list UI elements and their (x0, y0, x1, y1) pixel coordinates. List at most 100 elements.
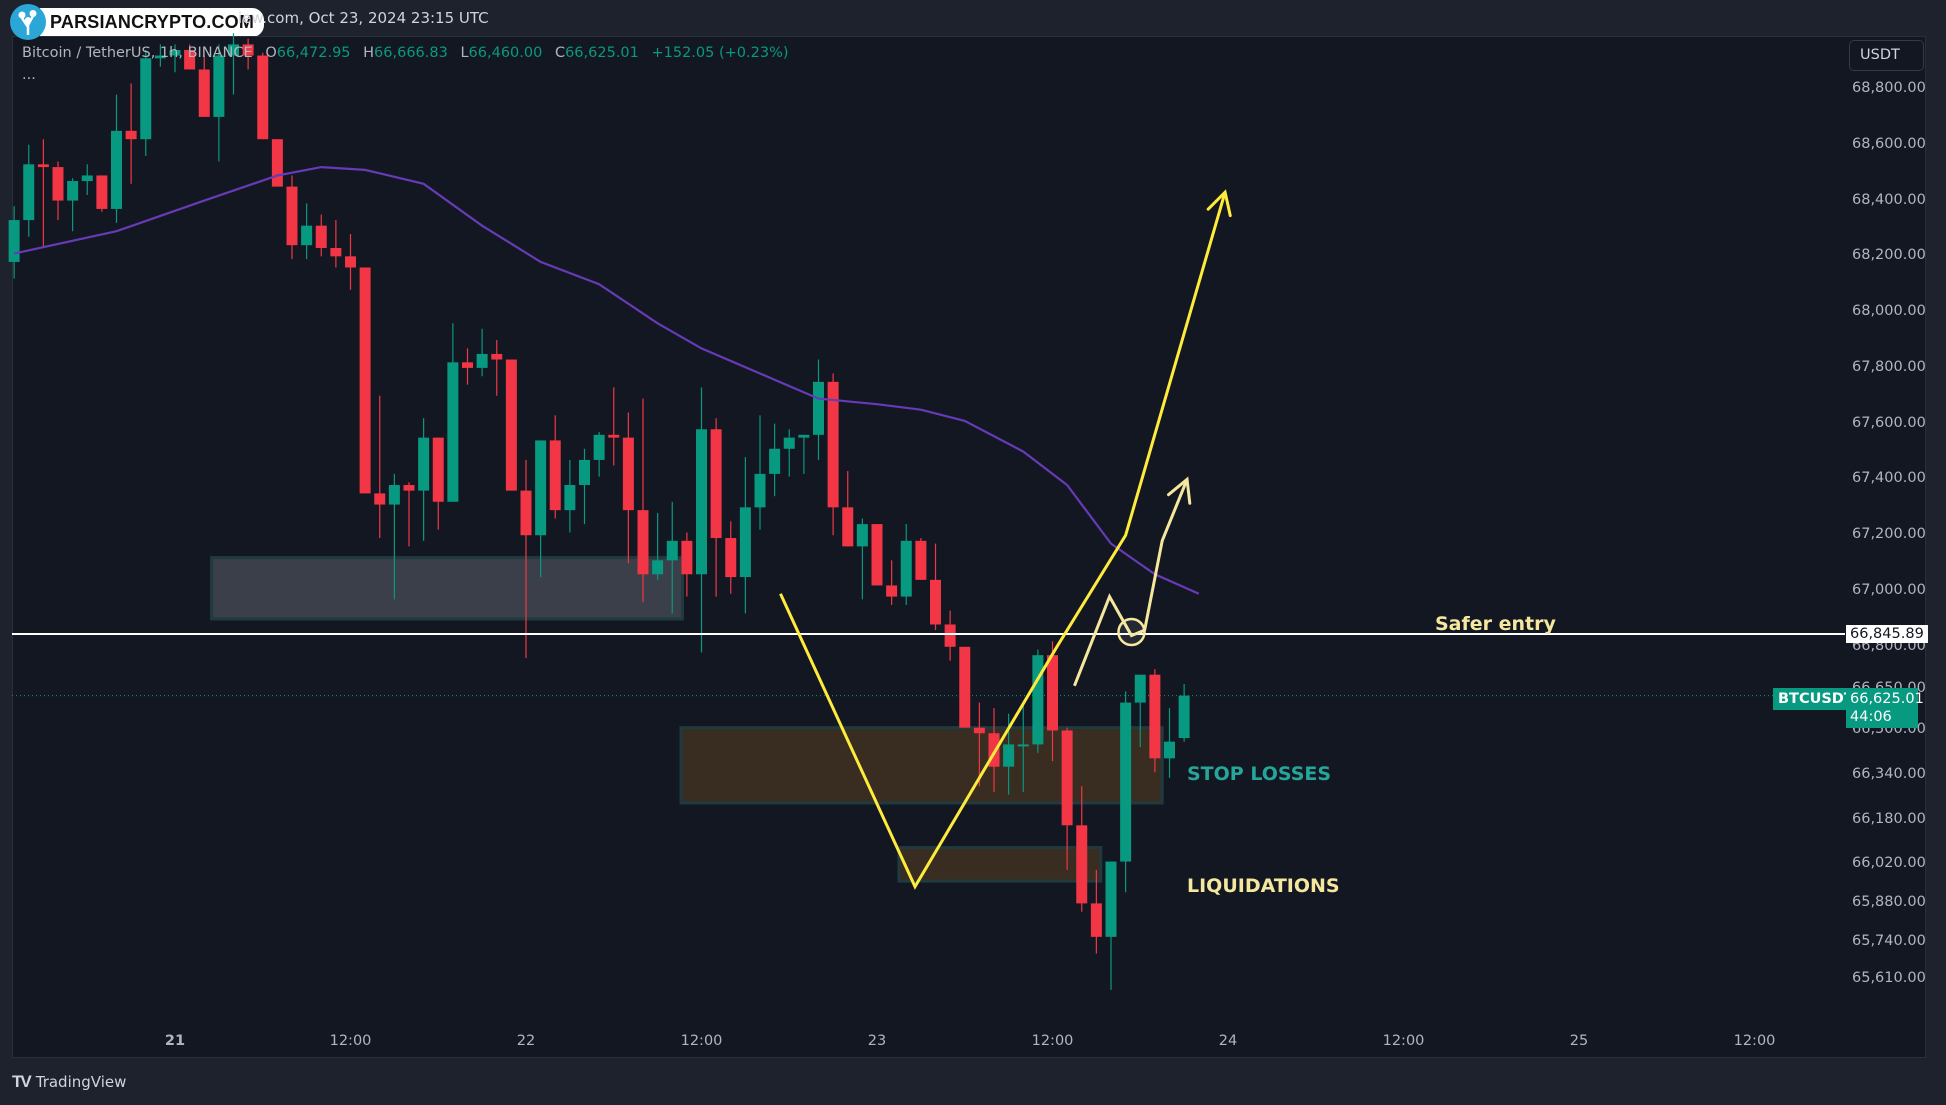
price-tick-label: 68,200.00 (1852, 247, 1926, 264)
bar-countdown: 44:06 (1850, 709, 1892, 725)
demand-zone (210, 556, 684, 621)
candle-body (271, 139, 283, 187)
candle-body (1134, 674, 1146, 703)
candle-body (1003, 744, 1015, 767)
candle-body (1076, 825, 1088, 904)
liquidations-label: LIQUIDATIONS (1187, 875, 1340, 897)
secondary-path-arrow (1073, 478, 1189, 687)
candle-body (652, 560, 664, 575)
candle-body (1061, 730, 1073, 826)
candle-body (622, 437, 634, 511)
candle-body (666, 540, 678, 561)
candle-body (52, 167, 64, 201)
candle-body (23, 164, 35, 221)
time-tick-label: 23 (867, 1033, 887, 1049)
candle-body (1178, 695, 1190, 739)
tradingview-brand[interactable]: TradingView (36, 1073, 127, 1091)
candle-body (359, 267, 371, 494)
candle-body (593, 434, 605, 460)
candle-body (140, 58, 152, 140)
time-tick-label: 25 (1569, 1033, 1589, 1049)
candle-body (710, 429, 722, 539)
candle-body (1149, 674, 1161, 759)
time-tick-label: 22 (516, 1033, 536, 1049)
candle-body (564, 485, 576, 511)
candle-body (900, 540, 912, 597)
candle-body (37, 164, 49, 168)
candle-body (432, 437, 444, 502)
candle-body (959, 646, 971, 728)
time-tick-label: 21 (164, 1033, 186, 1049)
price-tick-label: 67,000.00 (1852, 582, 1926, 599)
price-tick-label: 65,880.00 (1852, 894, 1926, 911)
candle-body (871, 524, 883, 586)
candle-body (96, 175, 108, 209)
tradingview-logo-icon: TV (12, 1072, 32, 1091)
last-price-tag: 66,625.01 44:06 (1846, 688, 1924, 728)
candle-body (418, 437, 430, 491)
close-label: C (554, 45, 566, 61)
candle-body (388, 485, 400, 505)
candle-body (696, 429, 707, 575)
currency-button[interactable]: USDT (1849, 40, 1924, 71)
entry-circle-marker (1117, 617, 1146, 647)
candle-body (8, 220, 20, 262)
candle-body (1047, 655, 1058, 731)
symbol-title[interactable]: Bitcoin / TetherUS, 1h, BINANCE (22, 45, 253, 61)
price-tick-label: 68,800.00 (1852, 80, 1926, 96)
open-value: 66,472.95 (276, 45, 351, 61)
stop-losses-label: STOP LOSSES (1187, 763, 1332, 785)
candle-body (520, 490, 532, 536)
candle-body (739, 507, 751, 578)
price-tick-label: 66,340.00 (1852, 766, 1926, 783)
candle-body (930, 579, 941, 625)
candle-body (213, 55, 225, 117)
time-tick-label: 24 (1218, 1033, 1238, 1049)
candle-body (491, 353, 503, 360)
moving-average-line (13, 165, 1200, 595)
open-label: O (265, 45, 277, 61)
candle-body (111, 130, 122, 209)
price-tick-label: 67,800.00 (1852, 358, 1926, 375)
price-tick-label: 66,180.00 (1852, 810, 1926, 827)
price-tick-label: 67,400.00 (1852, 470, 1926, 487)
price-chart[interactable] (0, 0, 1946, 1105)
symbol-legend: Bitcoin / TetherUS, 1h, BINANCE O66,472.… (22, 45, 789, 83)
candle-body (535, 440, 547, 536)
candle-body (286, 186, 298, 246)
price-tick-label: 68,400.00 (1852, 191, 1926, 208)
more-menu[interactable]: ... (22, 67, 36, 83)
high-value: 66,666.83 (374, 45, 448, 61)
candle-body (754, 473, 766, 508)
candle-body (330, 247, 342, 257)
safer-entry-label: Safer entry (1435, 613, 1556, 635)
candle-body (1120, 702, 1132, 862)
candle-body (944, 624, 956, 647)
candle-body (1090, 903, 1102, 937)
candle-body (842, 507, 854, 547)
candle-body (505, 359, 517, 491)
time-tick-label: 12:00 (1382, 1033, 1425, 1049)
price-tick-label: 65,740.00 (1852, 933, 1926, 950)
price-tick-label: 68,000.00 (1852, 303, 1926, 320)
candle-body (403, 485, 415, 491)
candle-body (1105, 861, 1117, 937)
price-tick-label: 67,600.00 (1852, 414, 1926, 431)
candle-body (257, 55, 269, 140)
low-label: L (460, 45, 469, 61)
candle-body (1017, 744, 1029, 747)
candle-body (549, 440, 561, 511)
price-tick-label: 68,600.00 (1852, 135, 1926, 152)
candle-body (462, 362, 473, 368)
time-tick-label: 12:00 (1031, 1033, 1074, 1049)
time-tick-label: 12:00 (329, 1033, 372, 1049)
candle-body (579, 459, 590, 486)
candle-body (608, 434, 620, 438)
candle-body (301, 225, 313, 246)
candle-body (81, 175, 93, 182)
candle-body (1032, 655, 1044, 745)
time-tick-label: 12:00 (1733, 1033, 1776, 1049)
low-value: 66,460.00 (468, 45, 543, 61)
candle-body (798, 434, 810, 438)
price-tick-label: 66,020.00 (1852, 855, 1926, 872)
